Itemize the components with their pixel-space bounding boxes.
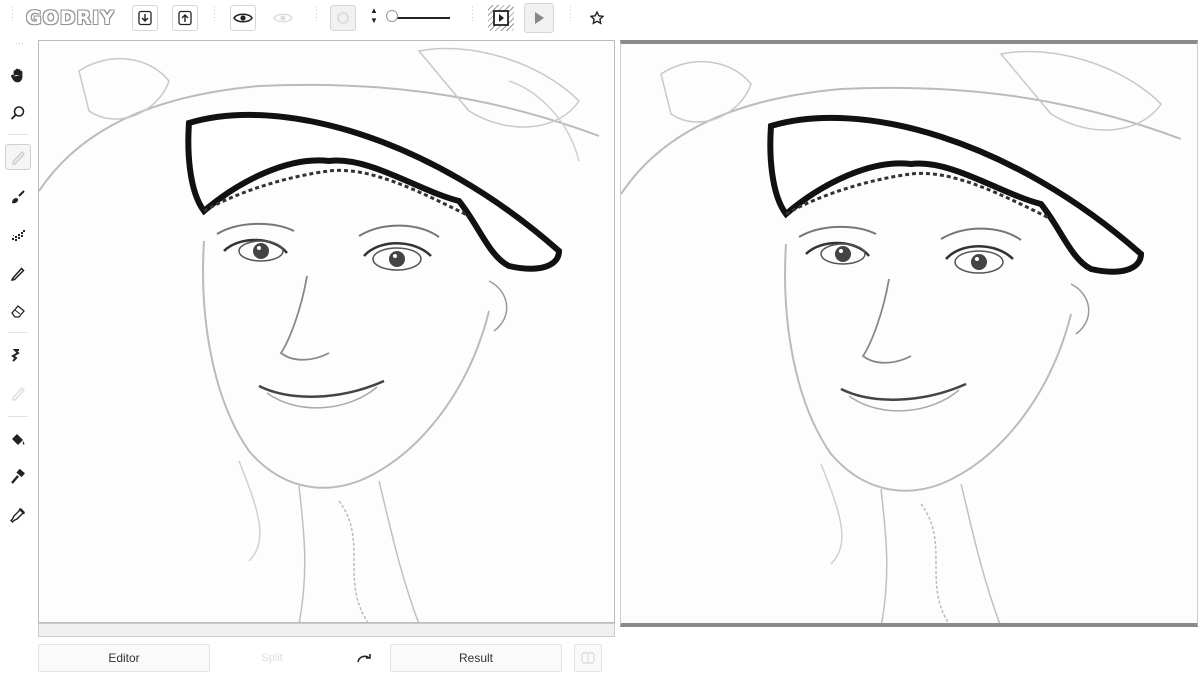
smudge-faded-tool[interactable] xyxy=(5,380,31,406)
drag-grip[interactable]: ⋮ ⋮ xyxy=(468,6,477,29)
slider-track xyxy=(392,17,450,19)
split-label: Split xyxy=(261,652,283,664)
brush-size-slider[interactable]: ▲ ▼ xyxy=(370,4,454,32)
fill-bucket-icon xyxy=(12,434,25,445)
zoom-tool[interactable] xyxy=(5,100,31,126)
upload-button[interactable] xyxy=(172,5,198,31)
redo-button[interactable] xyxy=(350,644,378,672)
app-logo: GODRIY xyxy=(26,7,115,29)
download-button[interactable] xyxy=(132,5,158,31)
hammer-icon xyxy=(11,469,25,484)
pencil-faded-tool[interactable] xyxy=(5,144,31,170)
hammer-tool[interactable] xyxy=(5,464,31,490)
pencil-tool[interactable] xyxy=(5,260,31,286)
favorite-button[interactable] xyxy=(584,5,610,31)
size-stepper[interactable]: ▲ ▼ xyxy=(370,6,378,30)
brush-size-button[interactable] xyxy=(330,5,356,31)
squiggle-tool[interactable] xyxy=(5,342,31,368)
animate-frame-button[interactable] xyxy=(488,5,514,31)
top-toolbar: ⋮ ⋮ GODRIY ⋮ ⋮ ⋮ ⋮ ▲ ▼ ⋮ ⋮ ⋮ ⋮ xyxy=(0,0,620,36)
pencil-faded-icon xyxy=(12,150,25,165)
play-frame-icon xyxy=(493,10,509,26)
eraser-icon xyxy=(11,305,25,318)
smudge-faded-icon xyxy=(12,386,25,401)
result-tab-label: Result xyxy=(458,651,493,665)
play-icon xyxy=(535,12,544,24)
play-button[interactable] xyxy=(524,3,554,33)
hand-icon xyxy=(11,68,23,83)
star-icon xyxy=(590,11,604,25)
eraser-tool[interactable] xyxy=(5,298,31,324)
eyedropper-icon xyxy=(10,507,26,523)
brush-size-icon xyxy=(337,12,349,24)
pencil-icon xyxy=(10,267,25,281)
upload-arrow-icon xyxy=(178,10,192,26)
compare-button[interactable] xyxy=(574,644,602,672)
download-arrow-icon xyxy=(138,10,152,26)
sketch-portrait-image xyxy=(39,47,600,622)
editor-horizontal-scrollbar[interactable] xyxy=(38,623,615,637)
tool-column: ⋯ xyxy=(0,36,36,536)
result-tab-button[interactable]: Result xyxy=(390,644,562,672)
sketch-result-image xyxy=(621,50,1182,623)
editor-tab-button[interactable]: Editor xyxy=(38,644,210,672)
drag-grip[interactable]: ⋮ ⋮ xyxy=(8,6,17,29)
tool-divider xyxy=(8,416,28,417)
drag-grip[interactable]: ⋮ ⋮ xyxy=(566,6,575,29)
split-button[interactable]: Split xyxy=(212,644,332,672)
compare-faded-icon xyxy=(581,652,595,664)
hand-tool[interactable] xyxy=(5,62,31,88)
paint-brush-tool[interactable] xyxy=(5,184,31,210)
bottom-bar: Editor Split Result xyxy=(0,640,620,674)
tool-divider xyxy=(8,134,28,135)
tool-divider xyxy=(8,332,28,333)
editor-canvas[interactable] xyxy=(38,40,615,623)
drag-grip[interactable]: ⋯ xyxy=(15,39,24,52)
fill-bucket-tool[interactable] xyxy=(5,426,31,452)
drag-grip[interactable]: ⋮ ⋮ xyxy=(312,6,321,29)
result-canvas xyxy=(620,40,1198,627)
preview-toggle-button[interactable] xyxy=(230,5,256,31)
eyedropper-tool[interactable] xyxy=(5,502,31,528)
slider-thumb[interactable] xyxy=(386,10,398,22)
spray-tool[interactable] xyxy=(5,222,31,248)
paint-brush-icon xyxy=(12,190,25,204)
spray-icon xyxy=(12,230,25,241)
zoom-icon xyxy=(10,106,25,120)
eye-icon xyxy=(233,13,253,23)
drag-grip[interactable]: ⋮ ⋮ xyxy=(210,6,219,29)
eye-faded-icon xyxy=(273,13,293,23)
redo-icon xyxy=(357,654,371,663)
overlay-toggle-button[interactable] xyxy=(270,5,296,31)
editor-tab-label: Editor xyxy=(108,651,140,665)
squiggle-icon xyxy=(11,349,20,362)
